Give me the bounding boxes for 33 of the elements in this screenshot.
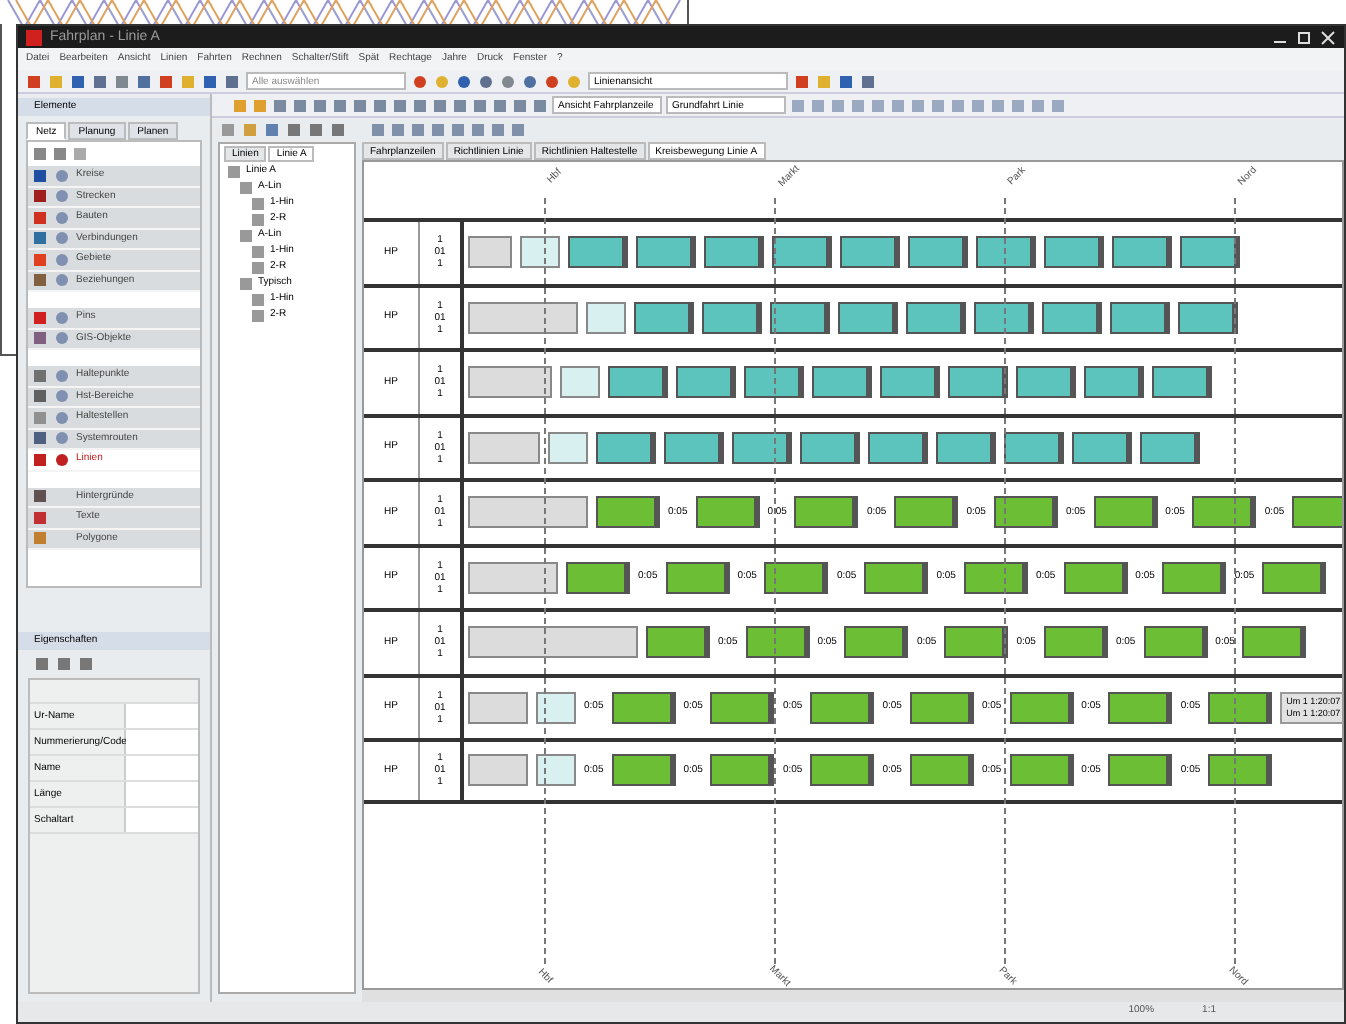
idle-block bbox=[468, 496, 588, 529]
element-icon[interactable] bbox=[32, 167, 48, 184]
element-icon[interactable] bbox=[32, 367, 48, 384]
element-icon[interactable] bbox=[32, 509, 48, 526]
element-icon[interactable] bbox=[32, 209, 48, 226]
idle-block bbox=[468, 236, 512, 269]
app-icon bbox=[26, 29, 42, 45]
filter-icon[interactable] bbox=[54, 451, 70, 468]
element-icon[interactable] bbox=[32, 188, 48, 205]
element-icon[interactable] bbox=[32, 251, 48, 268]
start-block bbox=[536, 754, 576, 787]
horizontal-scrollbar[interactable] bbox=[362, 990, 1344, 1002]
element-icon[interactable] bbox=[32, 451, 48, 468]
idle-block bbox=[468, 431, 540, 464]
start-block bbox=[520, 236, 560, 269]
element-icon[interactable] bbox=[32, 272, 48, 289]
start-block bbox=[548, 431, 588, 464]
element-icon[interactable] bbox=[32, 388, 48, 405]
element-icon[interactable] bbox=[32, 488, 48, 505]
element-icon[interactable] bbox=[32, 309, 48, 326]
idle-block bbox=[468, 561, 558, 594]
element-icon[interactable] bbox=[32, 430, 48, 447]
maximize-icon[interactable] bbox=[1296, 29, 1312, 45]
start-block bbox=[586, 301, 626, 334]
element-icon[interactable] bbox=[32, 230, 48, 247]
start-block bbox=[560, 366, 600, 399]
element-icon[interactable] bbox=[32, 330, 48, 347]
start-block bbox=[536, 691, 576, 724]
idle-block bbox=[468, 366, 552, 399]
idle-block bbox=[468, 691, 528, 724]
idle-block bbox=[468, 301, 578, 334]
close-icon[interactable] bbox=[1320, 29, 1336, 45]
idle-block bbox=[468, 754, 528, 787]
